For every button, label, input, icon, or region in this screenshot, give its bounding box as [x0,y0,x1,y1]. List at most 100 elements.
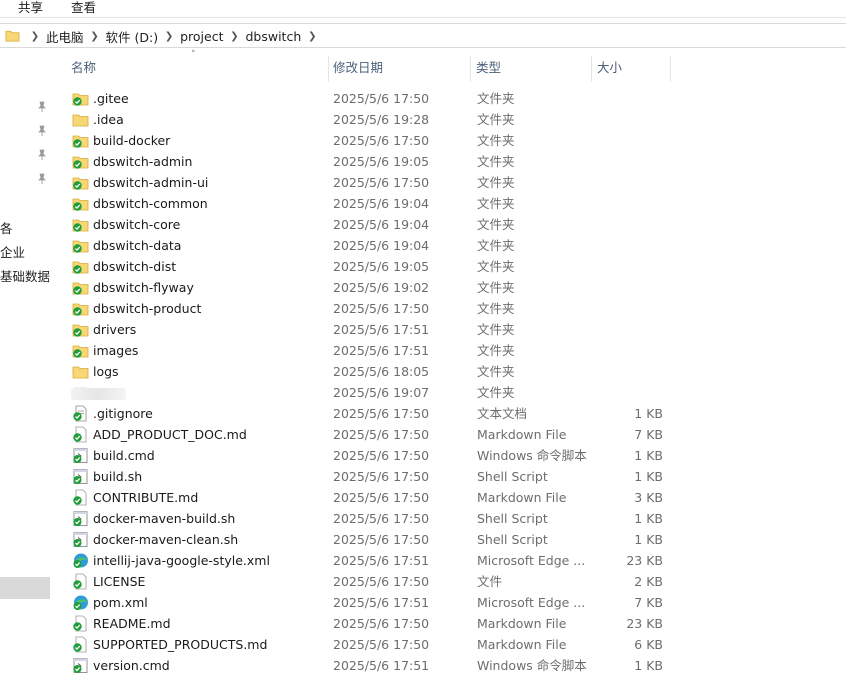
table-row[interactable]: build.sh 2025/5/6 17:50 Shell Script 1 KB [54,466,846,487]
chevron-right-icon[interactable]: ❯ [30,27,40,45]
nav-item-1[interactable]: 各 [0,218,13,237]
folder-icon [5,30,20,42]
file-modified-date: 2025/5/6 17:50 [333,511,430,526]
chevron-right-icon[interactable]: ❯ [229,27,239,45]
folder-synced-icon [72,135,89,148]
table-row[interactable]: build.cmd 2025/5/6 17:50 Windows 命令脚本 1 KB [54,445,846,466]
table-row[interactable]: dbswitch-product 2025/5/6 17:50 文件夹 [54,298,846,319]
file-size [594,277,663,298]
table-row[interactable]: build-docker 2025/5/6 17:50 文件夹 [54,130,846,151]
folder-icon [72,114,89,127]
file-size: 23 KB [626,616,663,631]
file-modified-date: 2025/5/6 17:50 [333,406,430,421]
file-name: docker-maven-clean.sh [93,532,239,547]
file-modified-date: 2025/5/6 17:51 [333,553,430,568]
file-modified-date: 2025/5/6 17:50 [333,616,430,631]
chevron-right-icon[interactable]: ❯ [164,27,174,45]
file-name: dbswitch-admin-ui [93,175,209,190]
table-row[interactable]: dbswitch-dist 2025/5/6 19:05 文件夹 [54,256,846,277]
file-name: build.sh [93,469,143,484]
chevron-right-icon[interactable]: ❯ [90,27,100,45]
table-row[interactable]: intellij-java-google-style.xml 2025/5/6 1… [54,550,846,571]
nav-item-3[interactable]: 基础数据 [0,266,50,285]
table-row[interactable]: version.cmd 2025/5/6 17:51 Windows 命令脚本 1 K… [54,655,846,676]
file-modified-date: 2025/5/6 19:28 [333,112,430,127]
pin-icon[interactable] [36,173,48,185]
breadcrumb-this-pc[interactable]: 此电脑 [44,27,86,46]
column-name[interactable]: 名称 [66,56,328,82]
file-size: 1 KB [634,448,663,463]
file-modified-date: 2025/5/6 17:50 [333,574,430,589]
tab-share[interactable]: 共享 [18,0,43,16]
table-row[interactable]: LICENSE 2025/5/6 17:50 文件 2 KB [54,571,846,592]
file-name: .gitee [93,91,129,106]
folder-synced-icon [72,198,89,211]
table-row[interactable]: .gitignore 2025/5/6 17:50 文本文档 1 KB [54,403,846,424]
table-row[interactable]: SUPPORTED_PRODUCTS.md 2025/5/6 17:50 Markd… [54,634,846,655]
file-name [71,382,126,403]
folder-synced-icon [72,240,89,253]
column-size[interactable]: 大小 [592,56,670,82]
table-row[interactable]: docker-maven-clean.sh 2025/5/6 17:50 Shell… [54,529,846,550]
pin-icon[interactable] [36,125,48,137]
table-row[interactable]: CONTRIBUTE.md 2025/5/6 17:50 Markdown File… [54,487,846,508]
file-size: 1 KB [634,406,663,421]
table-row[interactable]: logs 2025/5/6 18:05 文件夹 [54,361,846,382]
synced-file-icon [73,489,87,506]
file-size: 3 KB [634,490,663,505]
file-name: docker-maven-build.sh [93,511,236,526]
file-size: 23 KB [626,553,663,568]
file-size [594,151,663,172]
edge-file-icon [73,595,88,610]
table-row[interactable]: dbswitch-flyway 2025/5/6 19:02 文件夹 [54,277,846,298]
column-divider[interactable] [670,56,671,82]
file-name: SUPPORTED_PRODUCTS.md [93,637,268,652]
table-row[interactable]: README.md 2025/5/6 17:50 Markdown File 23 K… [54,613,846,634]
table-row[interactable]: 2025/5/6 19:07 文件夹 [54,382,846,403]
file-list: .gitee 2025/5/6 17:50 文件夹 .idea 2025/5/6 19:… [54,88,846,676]
file-type: 文件夹 [477,91,515,106]
file-name: drivers [93,322,137,337]
table-row[interactable]: images 2025/5/6 17:51 文件夹 [54,340,846,361]
navigation-pane: 各 企业 基础数据 [0,50,52,697]
breadcrumb-drive-d[interactable]: 软件 (D:) [104,27,161,46]
table-row[interactable]: ADD_PRODUCT_DOC.md 2025/5/6 17:50 Markdown… [54,424,846,445]
breadcrumb: ❯ 此电脑 ❯ 软件 (D:) ❯ project ❯ dbswitch ❯ [26,27,321,45]
table-row[interactable]: .idea 2025/5/6 19:28 文件夹 [54,109,846,130]
file-type: Microsoft Edge ... [477,553,586,568]
address-bar[interactable]: ❯ 此电脑 ❯ 软件 (D:) ❯ project ❯ dbswitch ❯ [0,23,846,48]
table-row[interactable]: dbswitch-admin-ui 2025/5/6 17:50 文件夹 [54,172,846,193]
file-modified-date: 2025/5/6 17:50 [333,91,430,106]
file-size [594,256,663,277]
file-modified-date: 2025/5/6 19:04 [333,217,430,232]
table-row[interactable]: dbswitch-common 2025/5/6 19:04 文件夹 [54,193,846,214]
table-row[interactable]: dbswitch-admin 2025/5/6 19:05 文件夹 [54,151,846,172]
synced-file-icon [73,636,87,653]
nav-item-2[interactable]: 企业 [0,242,25,261]
table-row[interactable]: pom.xml 2025/5/6 17:51 Microsoft Edge ... 7… [54,592,846,613]
file-type: 文件夹 [477,175,515,190]
table-row[interactable]: drivers 2025/5/6 17:51 文件夹 [54,319,846,340]
pin-icon[interactable] [36,101,48,113]
breadcrumb-dbswitch[interactable]: dbswitch [243,29,303,44]
file-name: logs [93,364,119,379]
column-date[interactable]: 修改日期 [328,56,470,82]
table-row[interactable]: docker-maven-build.sh 2025/5/6 17:50 Shell… [54,508,846,529]
nav-selected-item[interactable] [0,577,50,599]
pin-icon[interactable] [36,149,48,161]
folder-synced-icon [72,324,89,337]
tab-view[interactable]: 查看 [71,0,96,16]
file-name: version.cmd [93,658,170,673]
file-type: 文本文档 [477,406,528,421]
table-row[interactable]: dbswitch-data 2025/5/6 19:04 文件夹 [54,235,846,256]
table-row[interactable]: .gitee 2025/5/6 17:50 文件夹 [54,88,846,109]
column-type[interactable]: 类型 [471,56,591,82]
folder-synced-icon [72,261,89,274]
folder-synced-icon [72,93,89,106]
table-row[interactable]: dbswitch-core 2025/5/6 19:04 文件夹 [54,214,846,235]
file-type: 文件夹 [477,322,515,337]
file-type: 文件夹 [477,259,515,274]
breadcrumb-project[interactable]: project [178,29,225,44]
chevron-right-icon[interactable]: ❯ [307,27,317,45]
file-type: Markdown File [477,616,567,631]
